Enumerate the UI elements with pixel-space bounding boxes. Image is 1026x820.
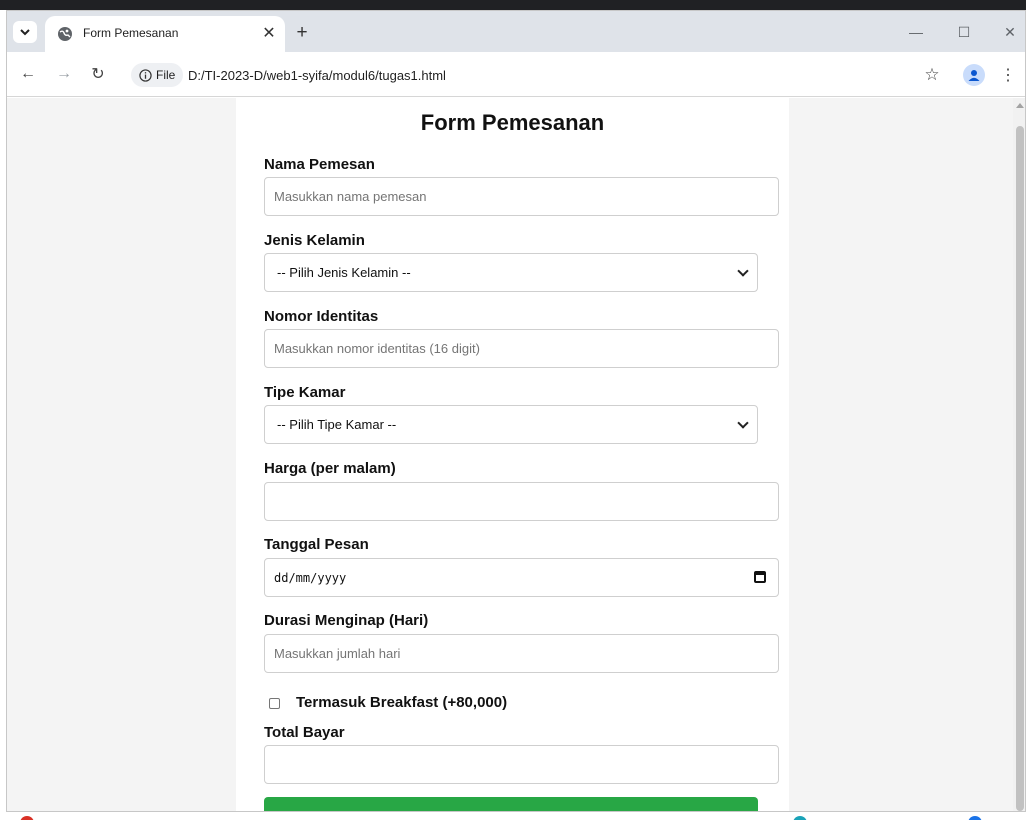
profile-icon[interactable] bbox=[963, 64, 985, 86]
tab-title: Form Pemesanan bbox=[83, 26, 179, 40]
tanggal-input[interactable]: dd/mm/yyyy bbox=[264, 558, 779, 597]
durasi-label: Durasi Menginap (Hari) bbox=[264, 612, 429, 629]
browser-toolbar: ← → ↻ File D:/TI-2023-D/web1-syifa/modul… bbox=[7, 52, 1025, 97]
nomor-identitas-input[interactable]: Masukkan nomor identitas (16 digit) bbox=[264, 329, 779, 368]
star-icon[interactable]: ☆ bbox=[921, 64, 943, 86]
tipe-kamar-select[interactable]: -- Pilih Tipe Kamar -- bbox=[264, 405, 758, 444]
tipe-kamar-label: Tipe Kamar bbox=[264, 384, 346, 401]
breakfast-label: Termasuk Breakfast (+80,000) bbox=[296, 694, 508, 711]
nama-label: Nama Pemesan bbox=[264, 156, 375, 173]
reload-icon[interactable]: ↻ bbox=[87, 63, 109, 85]
desktop-dark-bar bbox=[0, 0, 1026, 10]
tab-form-pemesanan[interactable]: Form Pemesanan ✕ bbox=[45, 16, 285, 52]
forward-arrow-icon[interactable]: → bbox=[53, 63, 75, 85]
minimize-icon[interactable]: — bbox=[901, 21, 931, 43]
chevron-down-icon bbox=[737, 265, 749, 277]
page-scrollbar[interactable] bbox=[1013, 98, 1025, 811]
info-chip-label: File bbox=[156, 68, 176, 82]
calendar-icon[interactable] bbox=[754, 571, 766, 583]
kebab-menu-icon[interactable]: ⋮ bbox=[1000, 64, 1016, 86]
nama-input[interactable]: Masukkan nama pemesan bbox=[264, 177, 779, 216]
form-card: Form Pemesanan Nama Pemesan Masukkan nam… bbox=[236, 98, 789, 811]
tipe-kamar-selected: -- Pilih Tipe Kamar -- bbox=[277, 417, 397, 432]
tanggal-placeholder: dd/mm/yyyy bbox=[274, 570, 347, 585]
browser-window: Form Pemesanan ✕ + — ☐ ✕ ← → ↻ File D:/T… bbox=[6, 10, 1026, 812]
info-icon bbox=[139, 68, 152, 82]
durasi-input[interactable]: Masukkan jumlah hari bbox=[264, 634, 779, 673]
jenis-kelamin-selected: -- Pilih Jenis Kelamin -- bbox=[277, 265, 411, 280]
total-bayar-input[interactable] bbox=[264, 745, 779, 784]
harga-input[interactable] bbox=[264, 482, 779, 521]
site-info-chip[interactable]: File bbox=[131, 63, 184, 87]
page-viewport: Form Pemesanan Nama Pemesan Masukkan nam… bbox=[7, 98, 1013, 811]
globe-icon bbox=[58, 27, 72, 41]
close-icon[interactable]: ✕ bbox=[259, 23, 279, 43]
new-tab-button[interactable]: + bbox=[291, 22, 313, 44]
tab-search-button[interactable] bbox=[13, 21, 37, 43]
scrollbar-thumb[interactable] bbox=[1016, 126, 1024, 811]
tanggal-label: Tanggal Pesan bbox=[264, 536, 369, 553]
taskbar-strip bbox=[0, 812, 1026, 820]
jenis-kelamin-select[interactable]: -- Pilih Jenis Kelamin -- bbox=[264, 253, 758, 292]
person-icon bbox=[968, 70, 980, 81]
tab-strip: Form Pemesanan ✕ + — ☐ ✕ bbox=[7, 11, 1025, 52]
chevron-down-icon bbox=[20, 29, 30, 36]
page-title: Form Pemesanan bbox=[420, 110, 605, 135]
back-arrow-icon[interactable]: ← bbox=[17, 63, 39, 85]
submit-button[interactable] bbox=[264, 797, 758, 811]
breakfast-checkbox[interactable] bbox=[269, 698, 280, 709]
address-bar[interactable]: File D:/TI-2023-D/web1-syifa/modul6/tuga… bbox=[125, 60, 959, 90]
close-window-icon[interactable]: ✕ bbox=[995, 21, 1025, 43]
desktop-top-strip bbox=[0, 0, 1026, 10]
jenis-kelamin-label: Jenis Kelamin bbox=[264, 232, 365, 249]
nomor-identitas-label: Nomor Identitas bbox=[264, 308, 379, 325]
scroll-up-icon[interactable] bbox=[1016, 103, 1024, 108]
maximize-icon[interactable]: ☐ bbox=[949, 21, 979, 43]
url-text[interactable]: D:/TI-2023-D/web1-syifa/modul6/tugas1.ht… bbox=[188, 68, 446, 83]
harga-label: Harga (per malam) bbox=[264, 460, 396, 477]
total-bayar-label: Total Bayar bbox=[264, 724, 345, 741]
chevron-down-icon bbox=[737, 417, 749, 429]
